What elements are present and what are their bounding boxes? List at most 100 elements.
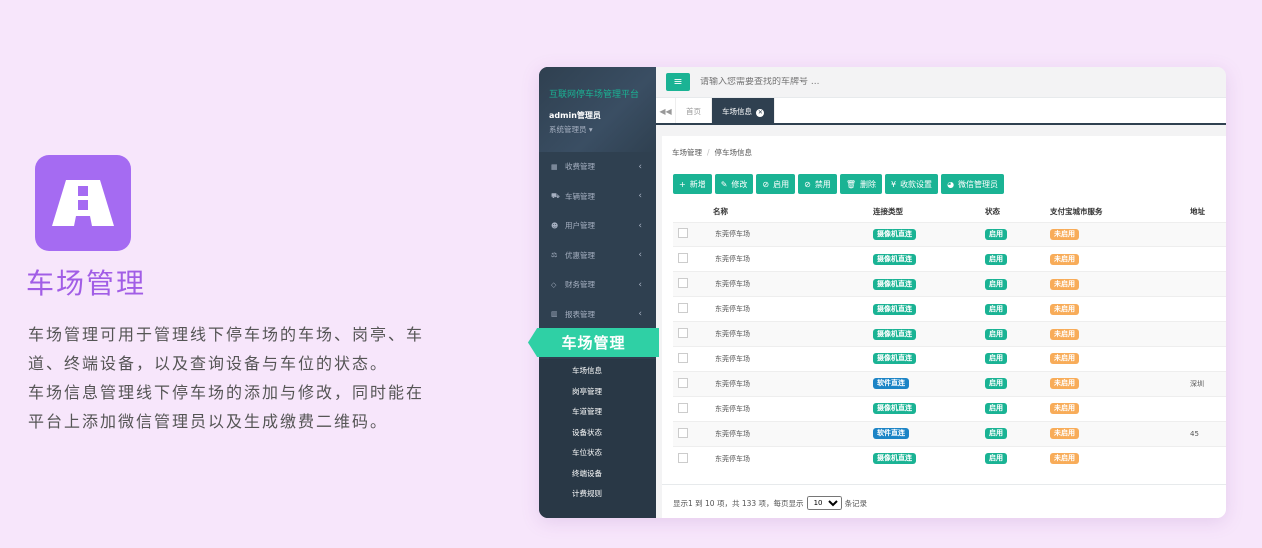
sidebar-item[interactable]: ◇ 财务管理 ‹ <box>539 270 656 300</box>
conn-cell: 摄像机直连 <box>873 395 985 422</box>
submenu-item[interactable]: 车道管理 <box>539 402 656 423</box>
sidebar-item[interactable]: ▦ 收费管理 ‹ <box>539 152 656 182</box>
toolbar-button[interactable]: ⊘ 禁用 <box>798 174 837 194</box>
breadcrumb-current: 停车场信息 <box>714 148 753 157</box>
toolbar-button[interactable]: ✎ 修改 <box>714 174 754 194</box>
conn-cell: 软件直连 <box>873 420 985 447</box>
sidebar-item[interactable]: ▥ 报表管理 ‹ <box>539 300 656 330</box>
alipay-badge: 未启用 <box>1050 378 1079 390</box>
alipay-cell: 未启用 <box>1050 271 1190 297</box>
submenu-item[interactable]: 终端设备 <box>539 464 656 485</box>
select-cell <box>673 395 713 422</box>
toolbar-button[interactable]: 🗑 删除 <box>839 174 882 194</box>
address-cell <box>1190 321 1226 347</box>
submenu-item[interactable]: 车场信息 <box>539 361 656 382</box>
button-label: 禁用 <box>814 179 831 189</box>
sidebar-item-label: 财务管理 <box>565 280 595 290</box>
page-size-select[interactable]: 10 <box>806 496 842 510</box>
submenu-item[interactable]: 计费规则 <box>539 484 656 505</box>
connection-badge: 摄像机直连 <box>873 303 916 315</box>
button-icon: ⊘ <box>762 179 770 189</box>
bar-chart-icon: ▥ <box>551 310 558 319</box>
name-value: 东莞停车场 <box>715 429 750 438</box>
toolbar-button[interactable]: + 新增 <box>673 174 712 194</box>
menu-toggle-button[interactable]: ≡ <box>666 73 690 91</box>
table-row[interactable]: 东莞停车场 摄像机直连 启用 未启用 <box>673 246 1226 272</box>
sidebar-item[interactable]: ☻ 用户管理 ‹ <box>539 211 656 241</box>
status-cell: 启用 <box>985 246 1050 272</box>
toolbar-button[interactable]: ⊘ 启用 <box>756 174 796 194</box>
column-header[interactable]: 状态 <box>985 202 1050 222</box>
table-row[interactable]: 东莞停车场 摄像机直连 启用 未启用 <box>673 296 1226 322</box>
select-cell <box>673 345 713 372</box>
table-row[interactable]: 东莞停车场 摄像机直连 启用 未启用 <box>673 445 1226 471</box>
row-checkbox[interactable] <box>678 253 688 264</box>
sidebar-item[interactable]: ⛟ 车辆管理 ‹ <box>539 182 656 212</box>
table-row[interactable]: 东莞停车场 摄像机直连 启用 未启用 <box>673 395 1226 422</box>
column-header[interactable]: 地址 <box>1190 202 1226 222</box>
name-value: 东莞停车场 <box>715 330 750 338</box>
breadcrumb: 车场管理 / 停车场信息 <box>662 136 1226 164</box>
connection-badge: 摄像机直连 <box>873 403 916 415</box>
promo-description: 车场管理可用于管理线下停车场的车场、岗亭、车 道、终端设备，以及查询设备与车位的… <box>28 320 448 436</box>
submenu-item[interactable]: 岗亭管理 <box>539 382 656 403</box>
conn-cell: 摄像机直连 <box>873 345 985 372</box>
plate-search-input[interactable] <box>700 77 1000 87</box>
conn-cell: 摄像机直连 <box>873 321 985 347</box>
address-cell <box>1190 445 1226 471</box>
toolbar-button[interactable]: ◕ 微信管理员 <box>941 174 1005 194</box>
row-checkbox[interactable] <box>678 278 688 289</box>
brand-title: 互联网停车场管理平台 <box>549 90 640 100</box>
parking-table: 名称 连接类型 状态 支付宝城市服务 地址 东莞停车场 摄像机直连 启用 未启用 东莞停… <box>673 202 1226 471</box>
select-cell <box>673 221 713 247</box>
row-checkbox[interactable] <box>678 377 688 388</box>
status-cell: 启用 <box>985 271 1050 297</box>
status-badge: 启用 <box>985 228 1007 240</box>
address-cell: 45 <box>1190 420 1226 447</box>
connection-badge: 软件直连 <box>873 378 909 390</box>
row-checkbox[interactable] <box>678 328 688 338</box>
submenu-item[interactable]: 车位状态 <box>539 443 656 464</box>
users-icon: ☻ <box>551 221 559 230</box>
row-checkbox[interactable] <box>678 303 688 314</box>
row-checkbox[interactable] <box>678 452 688 463</box>
row-checkbox[interactable] <box>678 352 688 363</box>
toolbar-button[interactable]: ¥ 收款设置 <box>884 174 939 194</box>
name-cell: 东莞停车场 <box>713 221 873 247</box>
close-icon[interactable]: ✕ <box>756 109 765 117</box>
user-role-dropdown[interactable]: 系统管理员 ▾ <box>549 124 656 135</box>
row-checkbox[interactable] <box>678 402 688 413</box>
sidebar-item[interactable]: ⚖ 优惠管理 ‹ <box>539 241 656 271</box>
table-row[interactable]: 东莞停车场 软件直连 启用 未启用 深圳 <box>673 370 1226 397</box>
table-row[interactable]: 东莞停车场 摄像机直连 启用 未启用 <box>673 345 1226 372</box>
tab-parking-info[interactable]: 车场信息 ✕ <box>712 98 776 123</box>
name-value: 东莞停车场 <box>715 305 750 314</box>
column-header[interactable]: 连接类型 <box>873 202 985 222</box>
table-header-row: 名称 连接类型 状态 支付宝城市服务 地址 <box>673 202 1226 222</box>
button-icon: ⊘ <box>804 179 811 189</box>
chevron-left-icon: ‹ <box>638 191 642 202</box>
name-cell: 东莞停车场 <box>713 445 873 471</box>
select-column-header <box>673 202 713 222</box>
table-row[interactable]: 东莞停车场 摄像机直连 启用 未启用 <box>673 321 1226 347</box>
table-row[interactable]: 东莞停车场 摄像机直连 启用 未启用 <box>673 271 1226 297</box>
table-row[interactable]: 东莞停车场 摄像机直连 启用 未启用 <box>673 221 1226 247</box>
user-name[interactable]: admin管理员 <box>549 110 656 121</box>
column-header[interactable]: 名称 <box>713 202 873 222</box>
tab-scroll-left-icon[interactable]: ◀◀ <box>656 98 676 123</box>
button-icon: ¥ <box>890 179 897 189</box>
grid-icon: ▦ <box>551 162 558 171</box>
connection-badge: 摄像机直连 <box>873 453 916 465</box>
row-checkbox[interactable] <box>678 427 688 438</box>
button-label: 微信管理员 <box>958 179 999 189</box>
breadcrumb-parent[interactable]: 车场管理 <box>672 148 702 157</box>
connection-badge: 摄像机直连 <box>873 328 916 340</box>
submenu-item[interactable]: 设备状态 <box>539 423 656 444</box>
column-header[interactable]: 支付宝城市服务 <box>1050 202 1190 222</box>
active-group-ribbon[interactable]: 车场管理 <box>528 328 659 357</box>
tab-home[interactable]: 首页 <box>676 98 712 123</box>
promo-line: 车场信息管理线下停车场的添加与修改，同时能在 <box>28 383 425 402</box>
connection-badge: 软件直连 <box>873 428 909 440</box>
table-row[interactable]: 东莞停车场 软件直连 启用 未启用 45 <box>673 420 1226 447</box>
row-checkbox[interactable] <box>678 228 688 239</box>
